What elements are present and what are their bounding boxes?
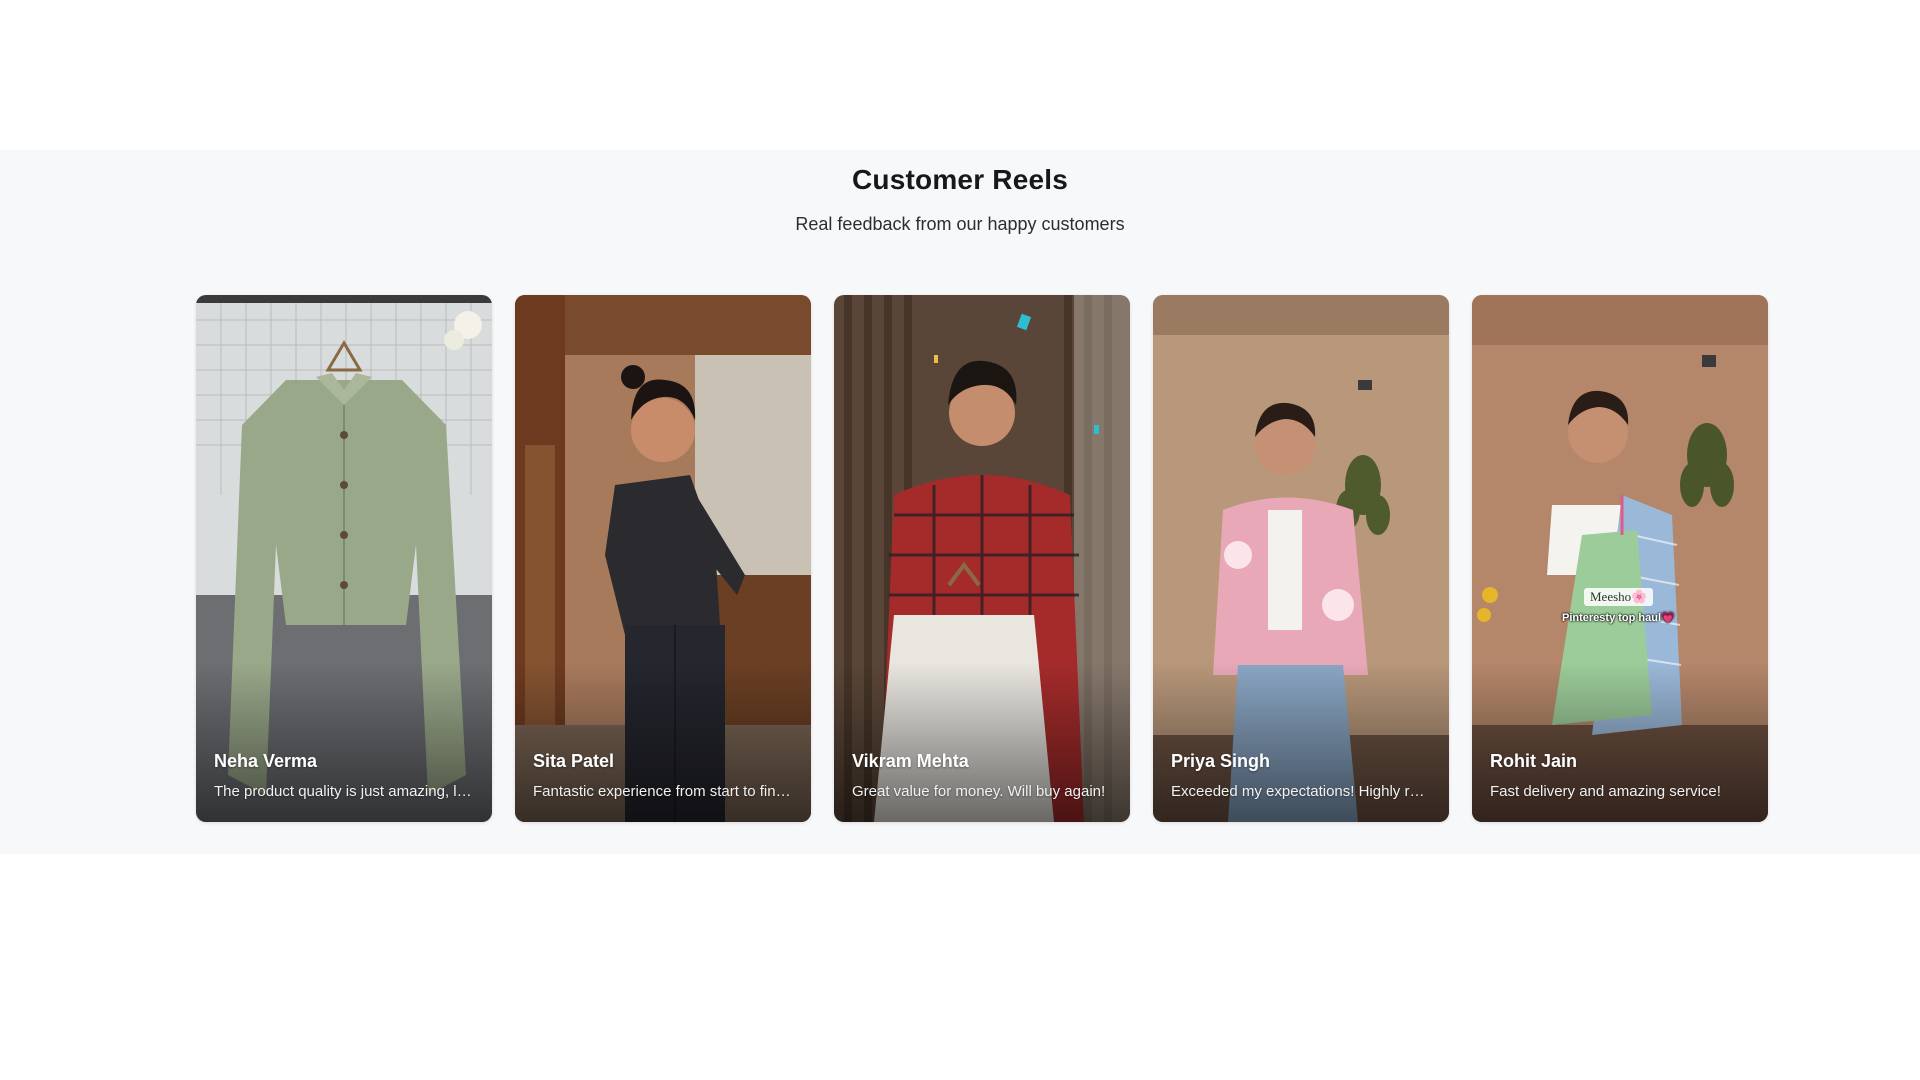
- section-title: Customer Reels: [852, 164, 1068, 195]
- section-subtitle: Real feedback from our happy customers: [795, 214, 1125, 234]
- reel-review-text: Exceeded my expectations! Highly recomme…: [1171, 783, 1431, 800]
- reel-card[interactable]: Vikram Mehta Great value for money. Will…: [834, 295, 1130, 822]
- reel-card[interactable]: Priya Singh Exceeded my expectations! Hi…: [1153, 295, 1449, 822]
- reel-review-text: Fantastic experience from start to finis…: [533, 783, 793, 800]
- reel-card[interactable]: Meesho🌸 Pinteresty top haul💗 Rohit Jain …: [1472, 295, 1768, 822]
- reel-card[interactable]: Sita Patel Fantastic experience from sta…: [515, 295, 811, 822]
- reel-customer-name: Neha Verma: [214, 751, 318, 771]
- reel-review-text: Great value for money. Will buy again!: [852, 783, 1106, 800]
- reel-review-text: Fast delivery and amazing service!: [1490, 783, 1721, 800]
- video-overlay-caption: Pinteresty top haul💗: [1562, 612, 1675, 624]
- reel-customer-name: Vikram Mehta: [852, 751, 969, 771]
- reel-card[interactable]: Neha Verma The product quality is just a…: [196, 295, 492, 822]
- reels-row: Neha Verma The product quality is just a…: [196, 295, 1770, 822]
- reel-customer-name: Sita Patel: [533, 751, 615, 771]
- reel-review-text: The product quality is just amazing, lov…: [214, 783, 474, 800]
- customer-reels-section: Customer Reels Real feedback from our ha…: [0, 150, 1920, 854]
- reel-customer-name: Priya Singh: [1171, 751, 1271, 771]
- reel-customer-name: Rohit Jain: [1490, 751, 1578, 771]
- video-overlay-tag: Meesho🌸: [1584, 588, 1654, 606]
